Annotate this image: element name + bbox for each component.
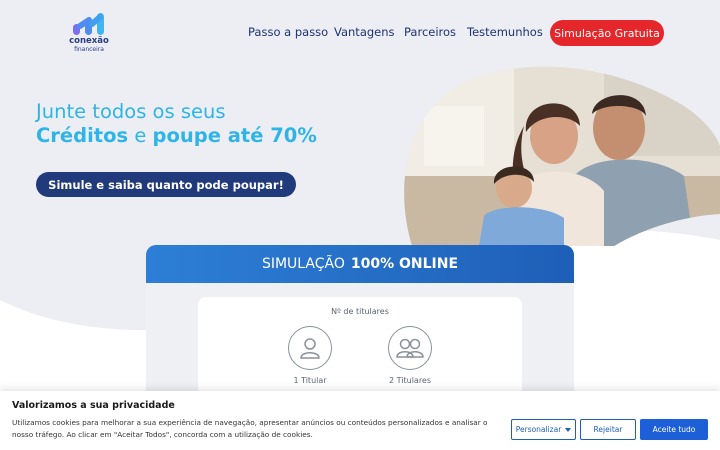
option-2-label: 2 Titulares [388,376,432,385]
single-person-icon [288,326,332,370]
reject-button[interactable]: Rejeitar [580,419,636,440]
logo-sub: financeira [74,46,104,53]
nav-parceiros[interactable]: Parceiros [404,25,456,39]
logo[interactable]: conexão financeira [64,12,114,58]
option-1-label: 1 Titular [293,376,327,385]
free-simulation-button[interactable]: Simulação Gratuita [550,20,664,46]
hero-highlight-credits: Créditos [36,124,129,147]
accept-all-button[interactable]: Aceite tudo [640,419,708,440]
logo-bars-icon [73,13,104,35]
option-1-titular[interactable]: 1 Titular [280,326,340,385]
nav-vantagens[interactable]: Vantagens [334,25,395,39]
nav-testemunhos[interactable]: Testemunhos [467,25,543,39]
hero-line-1: Junte todos os seus [36,100,226,123]
cookie-title: Valorizamos a sua privacidade [12,400,175,411]
option-2-titulares[interactable]: 2 Titulares [380,326,440,385]
simulation-title-bold: 100% ONLINE [350,256,459,272]
simulation-title-light: SIMULAÇÃO [261,256,345,272]
simulation-header: SIMULAÇÃO 100% ONLINE [146,245,574,283]
caret-down-icon [565,427,572,432]
nav-passo-a-passo[interactable]: Passo a passo [248,25,328,39]
two-people-icon [388,326,432,370]
customize-label: Personalizar [515,425,562,434]
family-photo [404,66,720,246]
cookie-text: Utilizamos cookies para melhorar a sua e… [12,418,488,439]
hero-line-2: Créditos e poupe até 70% [36,124,317,147]
logo-name: conexão [69,36,109,46]
hero-connector: e [128,124,153,147]
hero-highlight-savings: poupe até 70% [152,124,317,147]
simulate-button[interactable]: Simule e saiba quanto pode poupar! [36,172,296,197]
holders-question: Nº de titulares [331,307,389,316]
customize-button[interactable]: Personalizar [511,419,576,440]
